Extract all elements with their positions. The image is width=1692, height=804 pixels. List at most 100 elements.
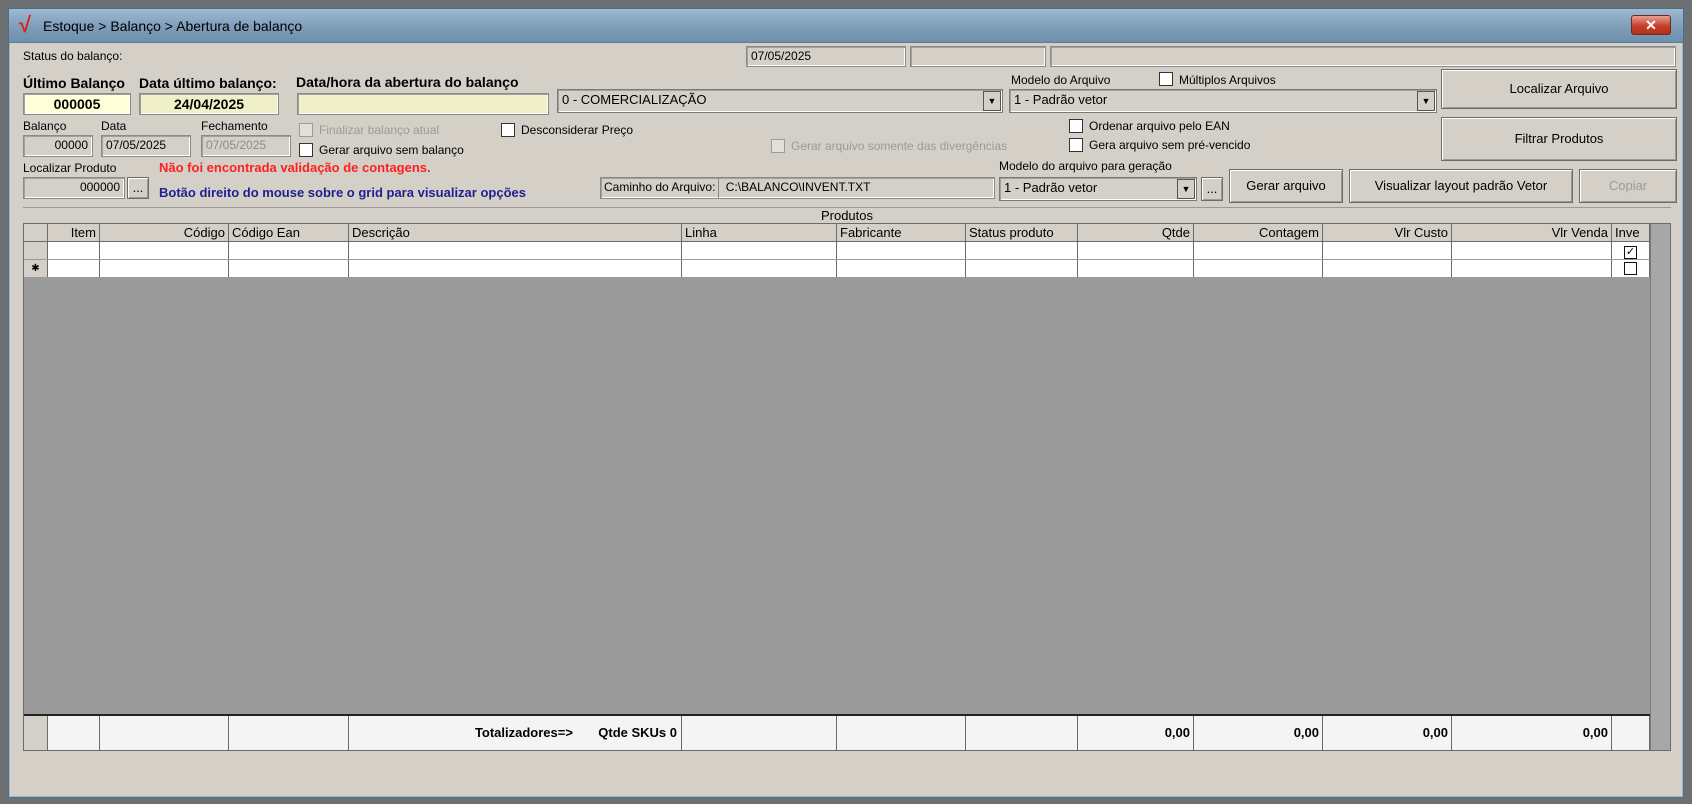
- cell-fabricante[interactable]: [837, 260, 966, 277]
- visualizar-layout-button[interactable]: Visualizar layout padrão Vetor: [1349, 169, 1573, 203]
- localizar-produto-browse-button[interactable]: ...: [127, 177, 149, 199]
- col-header-status-produto[interactable]: Status produto: [966, 224, 1078, 241]
- col-header-vlr-venda[interactable]: Vlr Venda: [1452, 224, 1612, 241]
- grid-vertical-scrollbar[interactable]: [1650, 224, 1670, 750]
- cell-linha[interactable]: [682, 260, 837, 277]
- cell-contagem[interactable]: [1194, 242, 1323, 259]
- multiplos-arquivos-checkbox[interactable]: [1159, 72, 1173, 86]
- col-header-inve[interactable]: Inve: [1612, 224, 1650, 241]
- totals-vlr-custo: 0,00: [1323, 716, 1452, 750]
- cell-vlr-venda[interactable]: [1452, 260, 1612, 277]
- cell-contagem[interactable]: [1194, 260, 1323, 277]
- cell-codigo-ean[interactable]: [229, 242, 349, 259]
- cell-qtde[interactable]: [1078, 242, 1194, 259]
- row-selector[interactable]: [24, 242, 48, 259]
- ordenar-ean-label: Ordenar arquivo pelo EAN: [1089, 119, 1230, 133]
- chevron-down-icon: ▼: [1417, 91, 1435, 111]
- col-header-vlr-custo[interactable]: Vlr Custo: [1323, 224, 1452, 241]
- cell-vlr-custo[interactable]: [1323, 242, 1452, 259]
- close-button[interactable]: ✕: [1631, 15, 1671, 35]
- abertura-field[interactable]: [297, 93, 549, 115]
- filtrar-produtos-button[interactable]: Filtrar Produtos: [1441, 117, 1677, 161]
- divergencias-label: Gerar arquivo somente das divergências: [791, 139, 1008, 153]
- totals-descricao: Totalizadores=> Qtde SKUs 0: [349, 716, 682, 750]
- totals-inve: [1612, 716, 1650, 750]
- col-header-item[interactable]: Item: [48, 224, 100, 241]
- modelo-arquivo-value: 1 - Padrão vetor: [1014, 92, 1108, 107]
- modelo-arquivo-label: Modelo do Arquivo: [1011, 73, 1111, 87]
- totals-item: [48, 716, 100, 750]
- modelo-arquivo-select[interactable]: 1 - Padrão vetor ▼: [1009, 89, 1437, 113]
- cell-codigo-ean[interactable]: [229, 260, 349, 277]
- inve-checkbox-checked[interactable]: ✓: [1624, 246, 1637, 259]
- gerar-arquivo-button[interactable]: Gerar arquivo: [1229, 169, 1343, 203]
- cell-qtde[interactable]: [1078, 260, 1194, 277]
- data-field[interactable]: 07/05/2025: [101, 135, 191, 157]
- totals-status: [966, 716, 1078, 750]
- col-header-descricao[interactable]: Descrição: [349, 224, 682, 241]
- finalizar-balanco-checkbox[interactable]: [299, 123, 313, 137]
- sem-balanco-checkbox[interactable]: [299, 143, 313, 157]
- cell-fabricante[interactable]: [837, 242, 966, 259]
- cell-descricao[interactable]: [349, 260, 682, 277]
- divergencias-checkbox[interactable]: [771, 139, 785, 153]
- desconsiderar-preco-checkbox[interactable]: [501, 123, 515, 137]
- totals-row: Totalizadores=> Qtde SKUs 0 0,00 0,00 0,…: [24, 714, 1650, 750]
- col-header-fabricante[interactable]: Fabricante: [837, 224, 966, 241]
- col-header-codigo[interactable]: Código: [100, 224, 229, 241]
- status-label: Status do balanço:: [23, 49, 123, 63]
- app-logo-icon: √: [19, 12, 32, 37]
- table-row[interactable]: ✓: [24, 242, 1650, 260]
- caminho-arquivo-value[interactable]: C:\BALANCO\INVENT.TXT: [723, 178, 874, 196]
- localizar-arquivo-button[interactable]: Localizar Arquivo: [1441, 69, 1677, 109]
- data-label: Data: [101, 119, 127, 133]
- cell-codigo[interactable]: [100, 242, 229, 259]
- col-header-codigo-ean[interactable]: Código Ean: [229, 224, 349, 241]
- abertura-label: Data/hora da abertura do balanço: [296, 74, 519, 90]
- totals-contagem: 0,00: [1194, 716, 1323, 750]
- pre-vencido-checkbox[interactable]: [1069, 138, 1083, 152]
- status-field-3: [1050, 46, 1676, 67]
- cell-vlr-venda[interactable]: [1452, 242, 1612, 259]
- table-row-new[interactable]: ✱: [24, 260, 1650, 278]
- grid-header-row: Item Código Código Ean Descrição Linha F…: [24, 224, 1650, 242]
- cell-item[interactable]: [48, 260, 100, 277]
- cell-linha[interactable]: [682, 242, 837, 259]
- cell-inve[interactable]: ✓: [1612, 242, 1650, 259]
- localizar-produto-field[interactable]: 000000: [23, 177, 125, 199]
- new-row-marker-icon: ✱: [24, 260, 48, 277]
- totals-codigo: [100, 716, 229, 750]
- cell-vlr-custo[interactable]: [1323, 260, 1452, 277]
- cell-inve[interactable]: [1612, 260, 1650, 277]
- localizar-produto-label: Localizar Produto: [23, 161, 117, 175]
- cell-status-produto[interactable]: [966, 242, 1078, 259]
- col-header-qtde[interactable]: Qtde: [1078, 224, 1194, 241]
- fechamento-field: 07/05/2025: [201, 135, 291, 157]
- totals-skus: Qtde SKUs 0: [598, 725, 677, 740]
- ordenar-ean-checkbox[interactable]: [1069, 119, 1083, 133]
- cell-status-produto[interactable]: [966, 260, 1078, 277]
- cell-item[interactable]: [48, 242, 100, 259]
- inve-checkbox[interactable]: [1624, 262, 1637, 275]
- tipo-balanco-value: 0 - COMERCIALIZAÇÃO: [562, 92, 707, 107]
- finalizar-balanco-label: Finalizar balanço atual: [319, 123, 440, 137]
- chevron-down-icon: ▼: [1177, 179, 1195, 199]
- col-header-contagem[interactable]: Contagem: [1194, 224, 1323, 241]
- pre-vencido-label: Gera arquivo sem pré-vencido: [1089, 138, 1251, 152]
- modelo-geracao-select[interactable]: 1 - Padrão vetor ▼: [999, 177, 1197, 201]
- status-date-field: 07/05/2025: [746, 46, 906, 67]
- modelo-geracao-value: 1 - Padrão vetor: [1004, 180, 1098, 195]
- totals-vlr-venda: 0,00: [1452, 716, 1612, 750]
- data-ultimo-balanco-field: 24/04/2025: [139, 93, 279, 115]
- grid-title: Produtos: [23, 207, 1671, 223]
- cell-descricao[interactable]: [349, 242, 682, 259]
- col-header-linha[interactable]: Linha: [682, 224, 837, 241]
- balanco-field[interactable]: 00000: [23, 135, 93, 157]
- cell-codigo[interactable]: [100, 260, 229, 277]
- modelo-geracao-browse-button[interactable]: ...: [1201, 177, 1223, 201]
- tipo-balanco-select[interactable]: 0 - COMERCIALIZAÇÃO ▼: [557, 89, 1003, 113]
- produtos-grid[interactable]: Item Código Código Ean Descrição Linha F…: [23, 223, 1671, 751]
- title-bar: √ Estoque > Balanço > Abertura de balanç…: [9, 9, 1683, 43]
- totals-fabricante: [837, 716, 966, 750]
- copiar-button[interactable]: Copiar: [1579, 169, 1677, 203]
